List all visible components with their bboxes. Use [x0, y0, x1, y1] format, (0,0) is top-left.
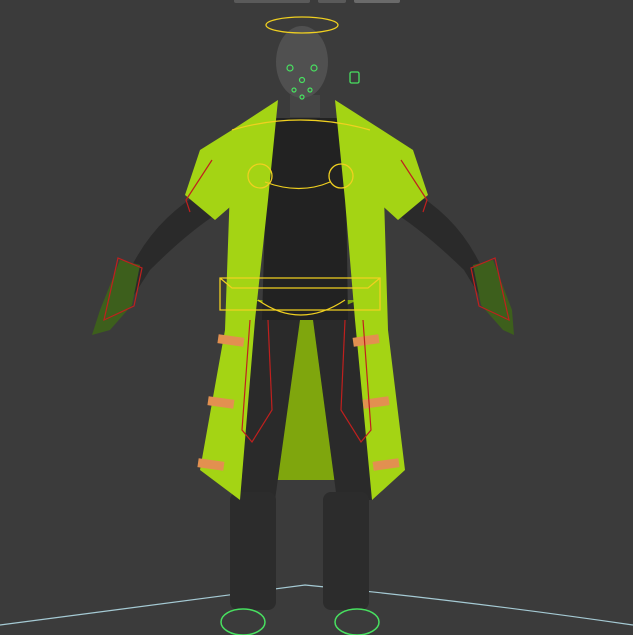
left-glove[interactable]	[92, 260, 140, 335]
square-handle-icon[interactable]	[349, 71, 360, 84]
right-foot-control[interactable]	[334, 608, 380, 635]
scene-canvas[interactable]	[0, 0, 633, 635]
torso[interactable]	[262, 118, 348, 320]
3d-viewport[interactable]	[0, 0, 633, 635]
left-boot[interactable]	[230, 492, 276, 610]
right-boot[interactable]	[323, 492, 369, 610]
ground-curve	[0, 584, 633, 626]
right-glove[interactable]	[473, 260, 514, 335]
head[interactable]	[276, 26, 328, 98]
neck	[290, 95, 320, 117]
left-foot-control[interactable]	[220, 608, 266, 635]
